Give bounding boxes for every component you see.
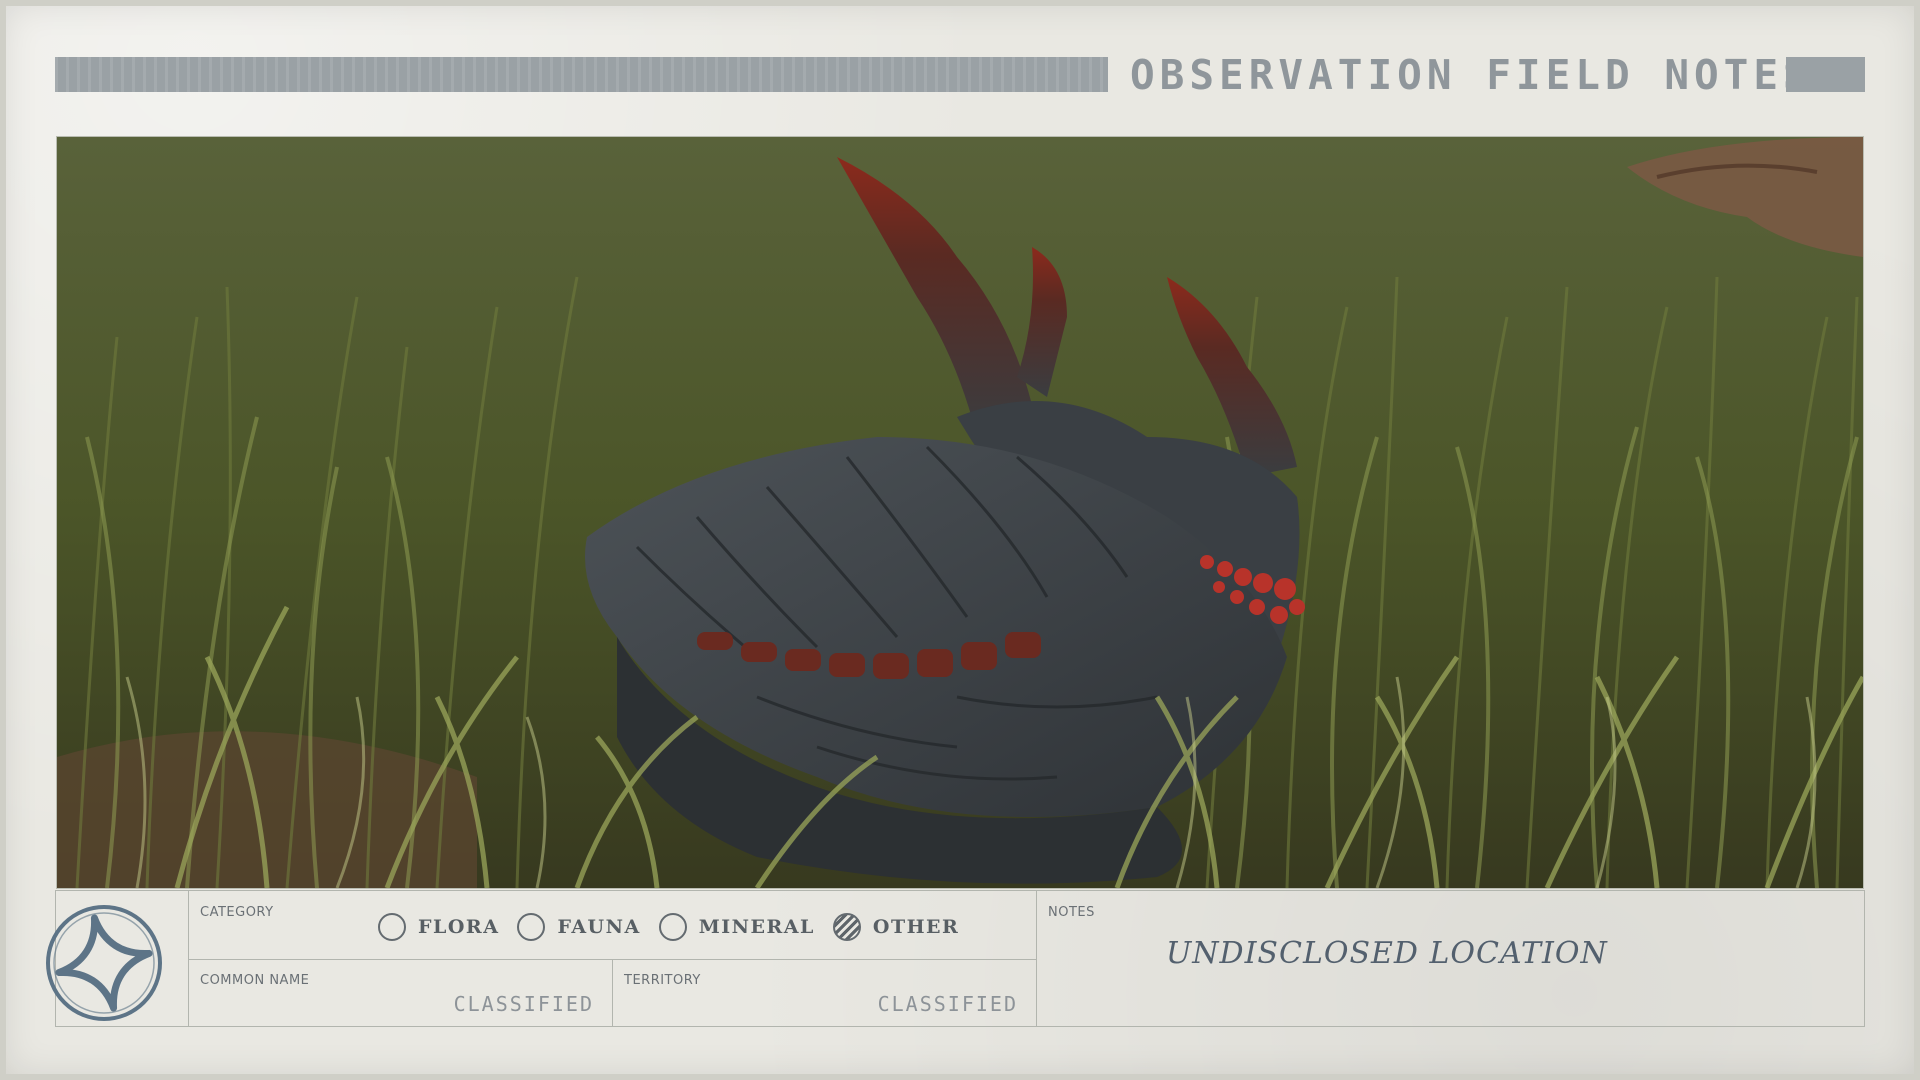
grass-scene [57,137,1863,888]
emblem-cell [46,891,189,1026]
notes-cell: NOTES UNDISCLOSED LOCATION [1036,891,1864,1026]
observation-photo [56,136,1864,889]
option-label: FAUNA [557,916,641,938]
option-label: FLORA [418,916,500,938]
category-option-fauna[interactable]: FAUNA [517,913,640,941]
radio-icon[interactable] [378,913,406,941]
category-option-flora[interactable]: FLORA [378,913,499,941]
common-name-cell: COMMON NAME CLASSIFIED [188,959,613,1026]
header-bar-left [55,57,1108,92]
territory-cell: TERRITORY CLASSIFIED [612,959,1037,1026]
info-panel: CATEGORY FLORA FAUNA MINERAL OTHER COMMO… [46,890,1865,1027]
notes-text: UNDISCLOSED LOCATION [1166,936,1608,971]
category-options: FLORA FAUNA MINERAL OTHER [378,911,977,943]
radio-icon[interactable] [517,913,546,941]
category-option-mineral[interactable]: MINERAL [658,913,815,941]
category-label: CATEGORY [200,905,274,920]
notes-label: NOTES [1048,905,1095,920]
option-label: OTHER [872,916,960,938]
territory-label: TERRITORY [624,973,701,988]
common-name-value: CLASSIFIED [453,992,594,1016]
category-cell: CATEGORY FLORA FAUNA MINERAL OTHER [188,891,1037,960]
radio-icon[interactable] [658,913,687,941]
header-bar-right [1786,57,1865,92]
four-point-star-emblem-icon [46,905,162,1021]
field-notes-card: OBSERVATION FIELD NOTES CATEGORY FLORA F… [0,0,1920,1080]
category-option-other[interactable]: OTHER [832,913,960,941]
territory-value: CLASSIFIED [877,992,1018,1016]
common-name-label: COMMON NAME [200,973,310,988]
page-title: OBSERVATION FIELD NOTES [1130,51,1813,99]
radio-selected-icon[interactable] [832,913,861,941]
option-label: MINERAL [698,916,815,938]
